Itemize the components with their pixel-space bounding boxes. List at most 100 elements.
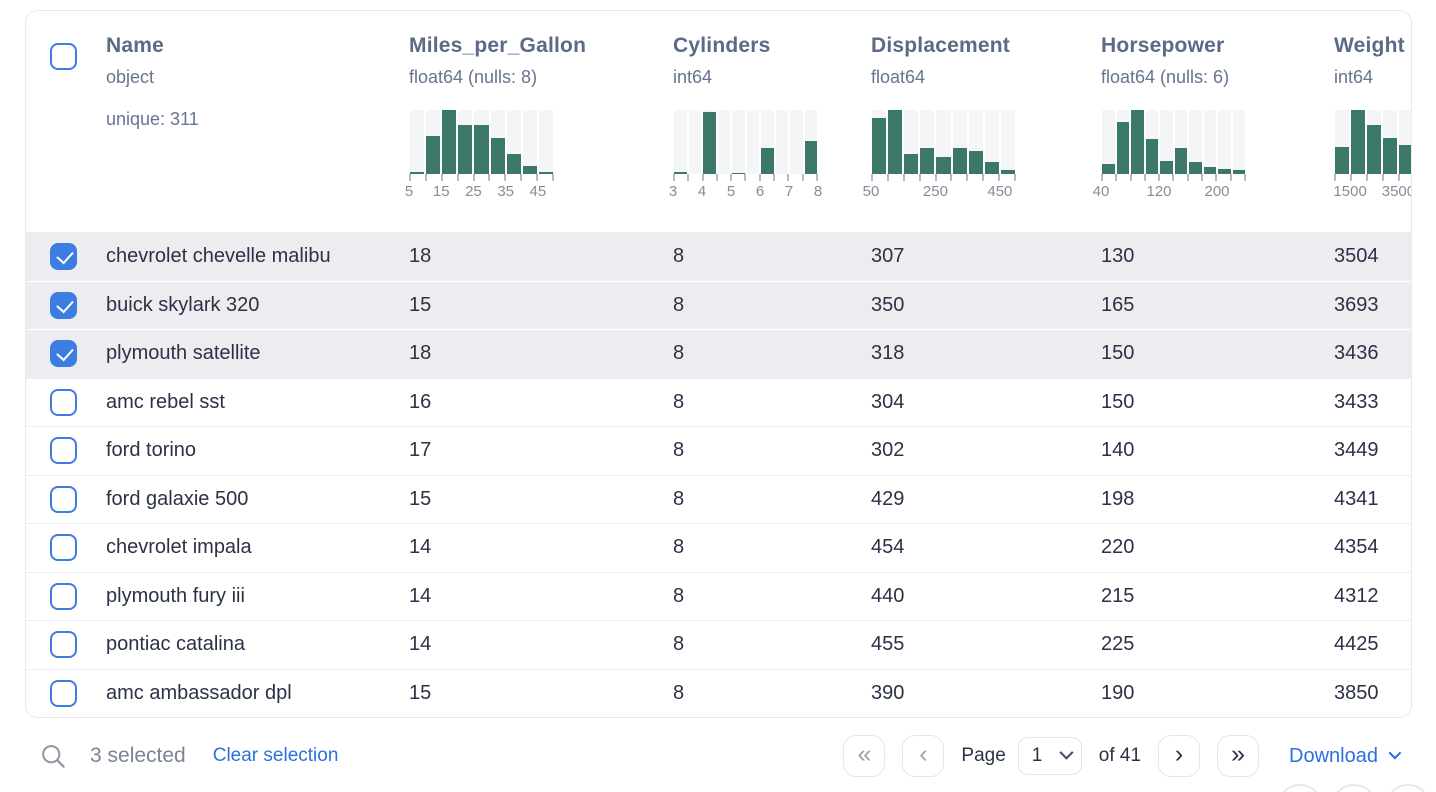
histogram-axis-labels: 50250450: [871, 183, 1016, 201]
column-header[interactable]: Miles_per_Gallon float64 (nulls: 8) 5152…: [409, 11, 673, 232]
cell-mpg: 16: [409, 391, 673, 414]
bottom-edge-button-1[interactable]: [1277, 784, 1323, 792]
cell-disp: 307: [871, 245, 1101, 268]
histogram-axis-labels: 40120200: [1101, 183, 1246, 201]
cell-weight: 4312: [1334, 585, 1412, 608]
cell-weight: 4354: [1334, 536, 1412, 559]
select-all-checkbox[interactable]: [50, 43, 77, 70]
row-checkbox-cell: [26, 389, 106, 416]
histogram-bin: [1160, 110, 1173, 174]
cell-weight: 3436: [1334, 342, 1412, 365]
row-checkbox[interactable]: [50, 583, 77, 610]
page-number-select[interactable]: 1: [1018, 737, 1082, 775]
table-row[interactable]: amc rebel sst1683041503433: [26, 378, 1411, 427]
search-icon[interactable]: [40, 743, 67, 770]
histogram-axis-labels: 345678: [673, 183, 818, 201]
histogram-bin: [703, 110, 716, 174]
table-row[interactable]: chevrolet chevelle malibu1883071303504: [26, 232, 1411, 281]
histogram-bar: [1204, 167, 1217, 174]
cell-hp: 215: [1101, 585, 1334, 608]
histogram-bin: [761, 110, 774, 174]
table-row[interactable]: plymouth satellite1883181503436: [26, 329, 1411, 378]
clear-selection-link[interactable]: Clear selection: [213, 745, 339, 767]
axis-tick: [504, 174, 506, 181]
histogram-bar: [703, 112, 716, 174]
cell-hp: 198: [1101, 488, 1334, 511]
histogram-bar: [1335, 147, 1349, 174]
histogram-bars: [871, 110, 1016, 174]
axis-tick: [457, 174, 459, 181]
row-checkbox[interactable]: [50, 534, 77, 561]
row-checkbox[interactable]: [50, 243, 77, 270]
axis-tick-label: 200: [1204, 183, 1229, 200]
row-checkbox[interactable]: [50, 340, 77, 367]
column-header[interactable]: Cylinders int64 345678: [673, 11, 871, 232]
selection-summary: 3 selected Clear selection: [40, 743, 338, 770]
axis-tick: [1215, 174, 1217, 181]
histogram-bar: [1131, 110, 1144, 174]
axis-tick: [1101, 174, 1103, 181]
histogram-axis-labels: 15003500: [1334, 183, 1412, 201]
row-checkbox[interactable]: [50, 631, 77, 658]
histogram-bin: [507, 110, 521, 174]
axis-tick: [887, 174, 889, 181]
axis-tick-label: 450: [987, 183, 1012, 200]
histogram-bar: [920, 148, 934, 174]
axis-tick: [950, 174, 952, 181]
page: Name object unique: 311 Miles_per_Gallon…: [0, 0, 1436, 792]
row-checkbox[interactable]: [50, 486, 77, 513]
histogram-bar: [936, 157, 950, 174]
axis-tick-label: 40: [1093, 183, 1110, 200]
axis-tick: [409, 174, 411, 181]
cell-name: chevrolet impala: [106, 536, 409, 559]
axis-tick: [1144, 174, 1146, 181]
row-checkbox-cell: [26, 340, 106, 367]
column-header[interactable]: Weight int64 15003500: [1334, 11, 1412, 232]
table-row[interactable]: amc ambassador dpl1583901903850: [26, 669, 1411, 718]
histogram-bar: [491, 138, 505, 174]
bottom-edge-button-2[interactable]: [1331, 784, 1377, 792]
first-page-button[interactable]: «: [843, 735, 885, 777]
footer-toolbar: 3 selected Clear selection « ‹ Page 1 of…: [0, 732, 1436, 780]
row-checkbox[interactable]: [50, 389, 77, 416]
histogram-bin: [985, 110, 999, 174]
histogram-bin: [689, 110, 702, 174]
last-page-button[interactable]: »: [1217, 735, 1259, 777]
row-checkbox[interactable]: [50, 680, 77, 707]
download-button[interactable]: Download: [1289, 745, 1398, 768]
histogram-bar: [1399, 145, 1412, 174]
row-checkbox[interactable]: [50, 292, 77, 319]
column-header[interactable]: Displacement float64 50250450: [871, 11, 1101, 232]
bottom-edge-button-3[interactable]: [1385, 784, 1431, 792]
page-select-value: 1: [1032, 745, 1043, 767]
column-dtype: float64 (nulls: 8): [409, 65, 673, 89]
table-row[interactable]: ford torino1783021403449: [26, 426, 1411, 475]
axis-tick-label: 120: [1146, 183, 1171, 200]
column-unique-count: unique: 311: [106, 107, 409, 131]
axis-tick-label: 15: [433, 183, 450, 200]
next-page-button[interactable]: ›: [1158, 735, 1200, 777]
histogram-bin: [442, 110, 456, 174]
axis-tick: [773, 174, 775, 181]
cell-weight: 4341: [1334, 488, 1412, 511]
column-header[interactable]: Name object unique: 311: [106, 11, 409, 232]
column-header[interactable]: Horsepower float64 (nulls: 6) 40120200: [1101, 11, 1334, 232]
histogram-bar: [458, 125, 472, 174]
table-row[interactable]: buick skylark 3201583501653693: [26, 281, 1411, 330]
axis-tick: [1187, 174, 1189, 181]
cell-cyl: 8: [673, 633, 871, 656]
histogram-bar: [985, 162, 999, 174]
prev-page-button[interactable]: ‹: [902, 735, 944, 777]
table-row[interactable]: plymouth fury iii1484402154312: [26, 572, 1411, 621]
histogram-bin: [539, 110, 553, 174]
axis-tick: [1230, 174, 1232, 181]
axis-tick: [903, 174, 905, 181]
axis-tick: [473, 174, 475, 181]
row-checkbox[interactable]: [50, 437, 77, 464]
table-row[interactable]: ford galaxie 5001584291984341: [26, 475, 1411, 524]
cell-mpg: 17: [409, 439, 673, 462]
table-row[interactable]: chevrolet impala1484542204354: [26, 523, 1411, 572]
table-row[interactable]: pontiac catalina1484552254425: [26, 620, 1411, 669]
axis-tick: [673, 174, 675, 181]
axis-tick: [1130, 174, 1132, 181]
